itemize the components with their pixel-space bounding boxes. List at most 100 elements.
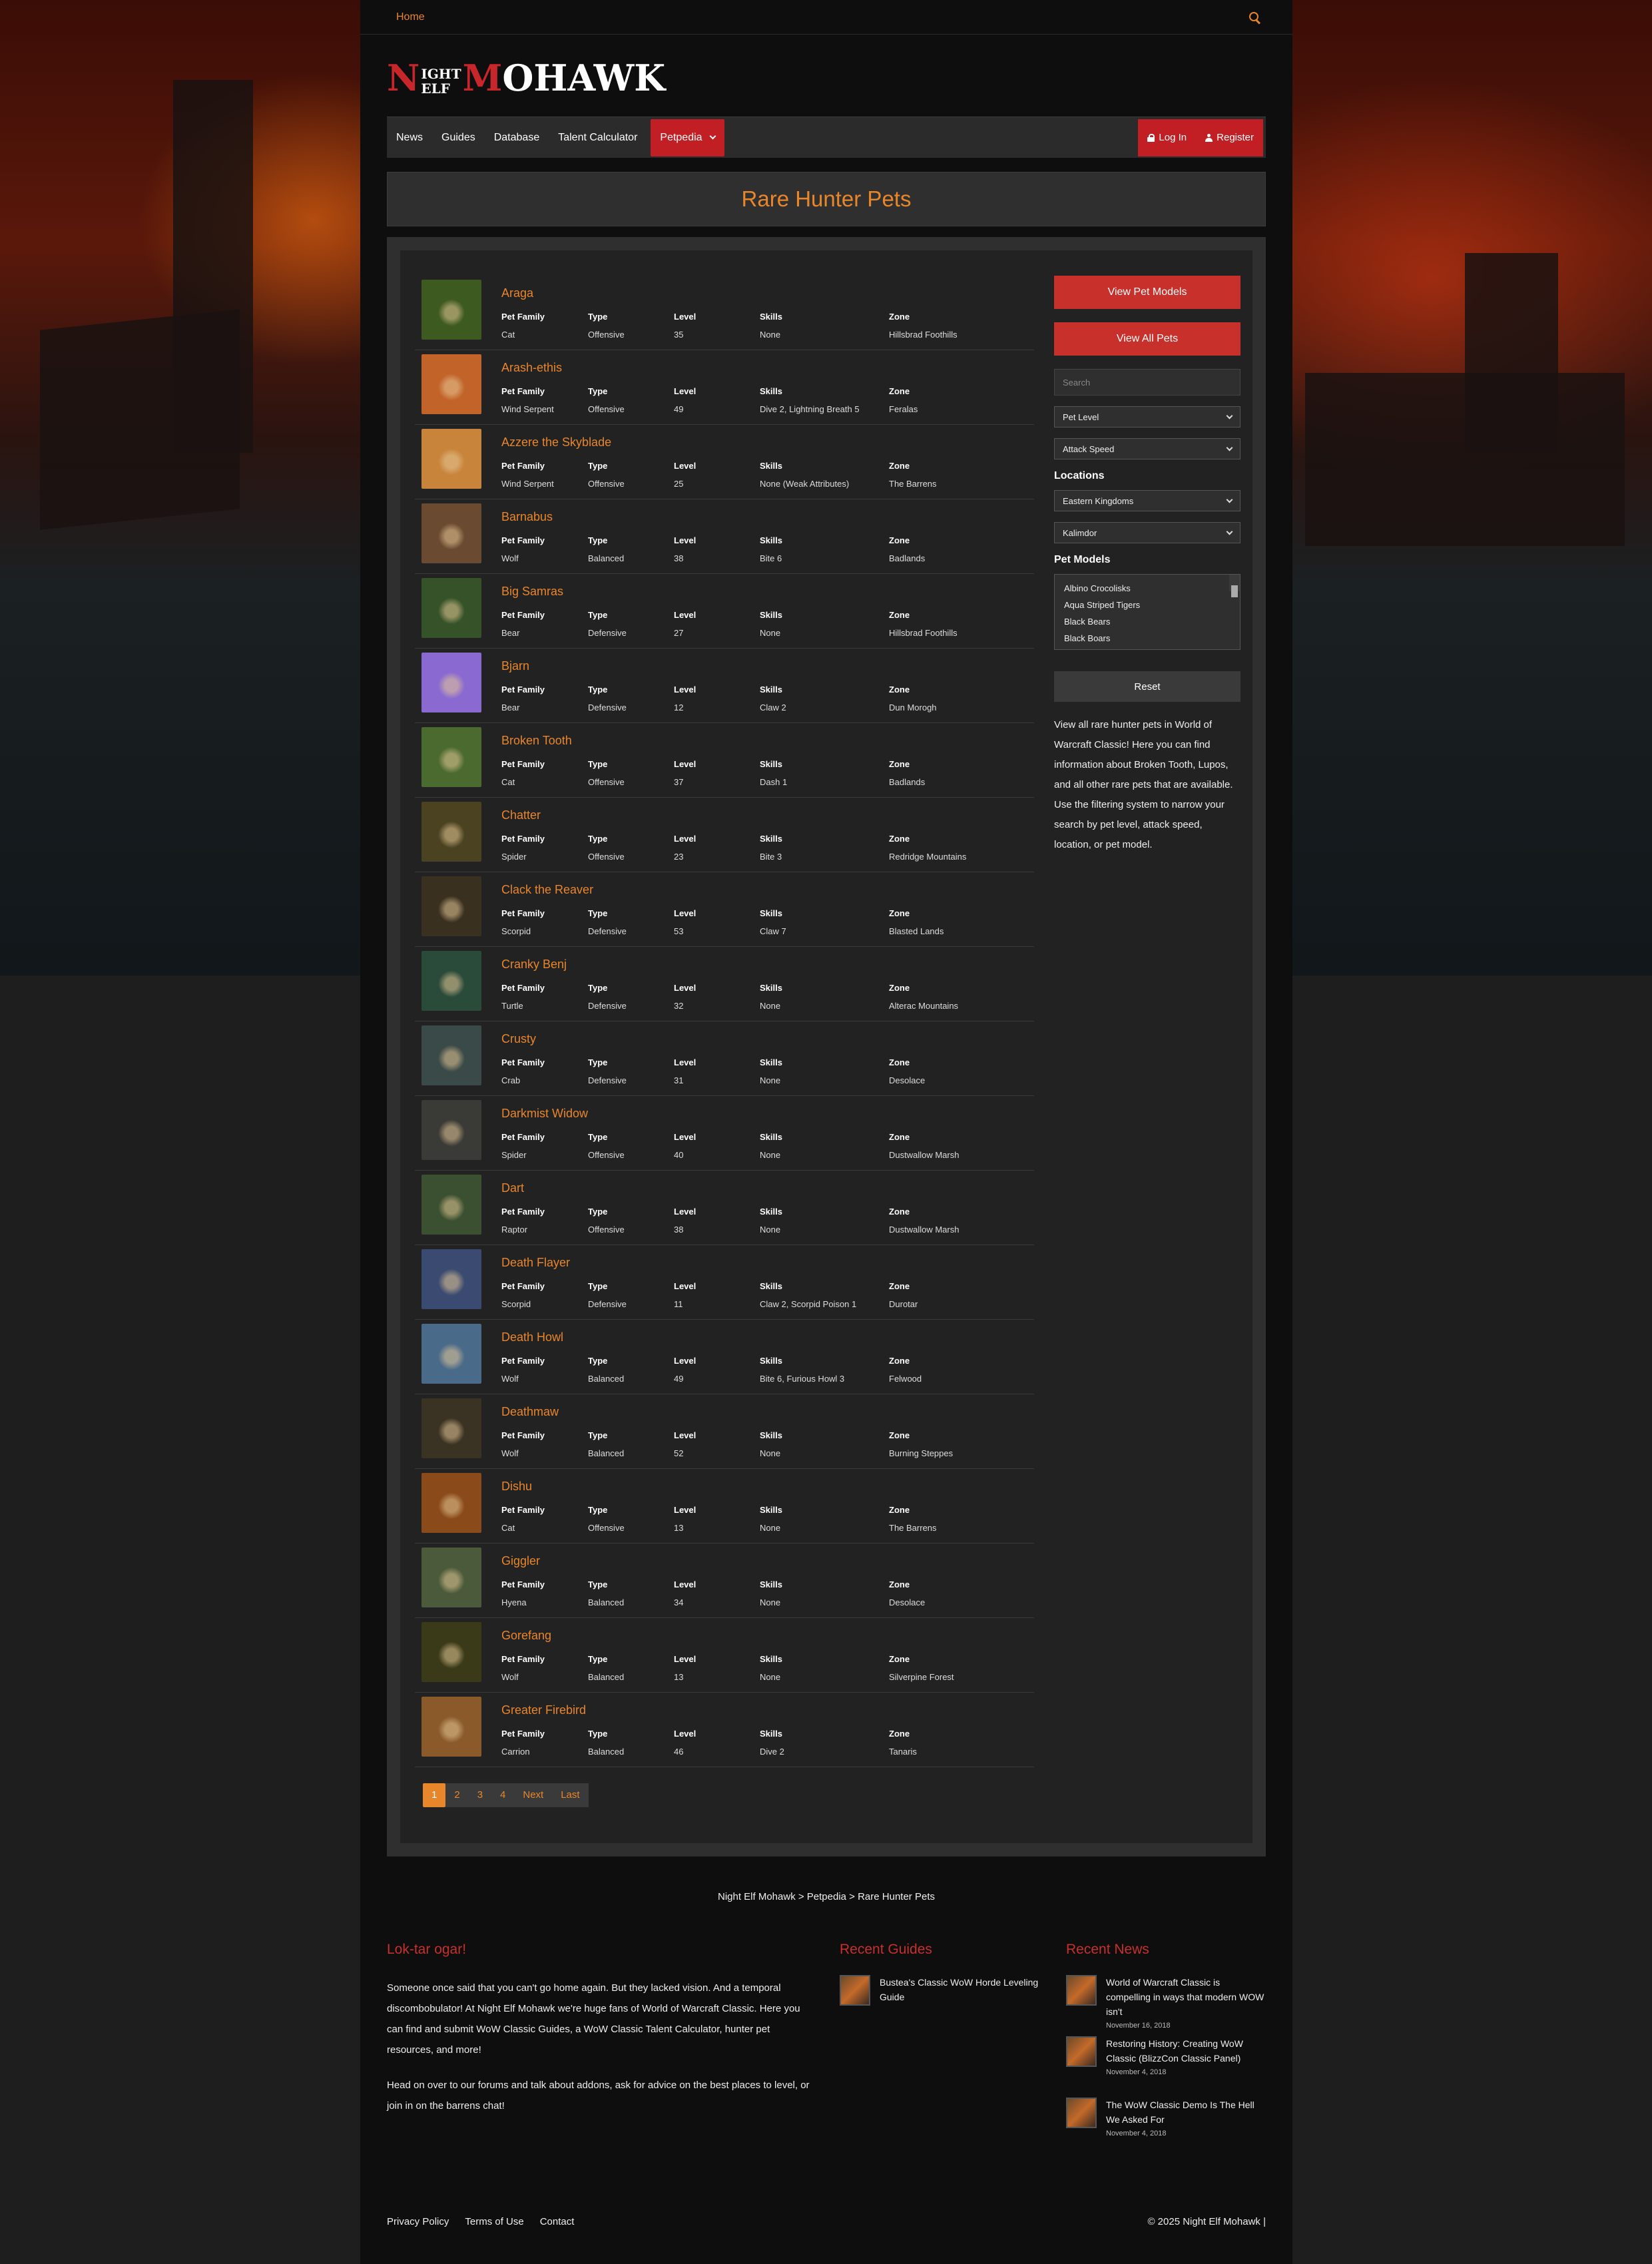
news-item[interactable]: Restoring History: Creating WoW Classic … [1066,2036,1266,2076]
pet-row[interactable]: Azzere the Skyblade Pet Family Wind Serpen… [415,425,1034,499]
pet-row[interactable]: Barnabus Pet Family Wolf Type Balanced Level 3… [415,499,1034,574]
nav-petpedia[interactable]: Petpedia [651,119,724,156]
pet-name-link[interactable]: Greater Firebird [501,1703,1034,1719]
pet-name-link[interactable]: Chatter [501,808,1034,824]
kalimdor-select[interactable]: Kalimdor [1054,522,1240,543]
page-link[interactable]: Last [552,1783,589,1807]
nav-database[interactable]: Database [485,117,549,158]
news-title[interactable]: The WoW Classic Demo Is The Hell We Aske… [1106,2098,1266,2127]
login-button[interactable]: Log In [1138,119,1196,156]
pet-row[interactable]: Crusty Pet Family Crab Type Defensive Level 31… [415,1021,1034,1096]
pet-name-link[interactable]: Big Samras [501,585,1034,601]
pet-name-link[interactable]: Dart [501,1181,1034,1197]
pet-name-link[interactable]: Darkmist Widow [501,1107,1034,1123]
pet-thumbnail[interactable] [421,653,481,712]
pet-row[interactable]: Cranky Benj Pet Family Turtle Type Defensive… [415,947,1034,1021]
pet-row[interactable]: Darkmist Widow Pet Family Spider Type Offens… [415,1096,1034,1171]
pet-row[interactable]: Death Howl Pet Family Wolf Type Balanced Leve… [415,1320,1034,1394]
pet-thumbnail[interactable] [421,1025,481,1085]
register-button[interactable]: Register [1196,119,1263,156]
pet-row[interactable]: Big Samras Pet Family Bear Type Defensive Lev… [415,574,1034,649]
pet-name-link[interactable]: Crusty [501,1032,1034,1048]
pet-model-option[interactable]: Aqua Striped Tigers [1064,597,1240,613]
nav-news[interactable]: News [387,117,432,158]
pet-thumbnail[interactable] [421,1473,481,1533]
guide-item[interactable]: Bustea's Classic WoW Horde Leveling Guid… [840,1975,1039,2006]
pet-name-link[interactable]: Arash-ethis [501,361,1034,377]
eastern-kingdoms-select[interactable]: Eastern Kingdoms [1054,490,1240,511]
pet-thumbnail[interactable] [421,1324,481,1384]
pet-thumbnail[interactable] [421,1100,481,1160]
pet-thumbnail[interactable] [421,876,481,936]
pet-row[interactable]: Dishu Pet Family Cat Type Offensive Level 13 Sk… [415,1469,1034,1544]
pet-level-select[interactable]: Pet Level [1054,406,1240,427]
view-all-pets-button[interactable]: View All Pets [1054,322,1240,356]
pet-row[interactable]: Chatter Pet Family Spider Type Offensive Leve… [415,798,1034,872]
pet-thumbnail[interactable] [421,429,481,489]
nav-guides[interactable]: Guides [432,117,485,158]
contact-link[interactable]: Contact [540,2216,575,2227]
privacy-policy-link[interactable]: Privacy Policy [387,2216,449,2227]
pet-row[interactable]: Gorefang Pet Family Wolf Type Balanced Level 1… [415,1618,1034,1693]
pet-thumbnail[interactable] [421,1249,481,1309]
pet-row[interactable]: Death Flayer Pet Family Scorpid Type Defensi… [415,1245,1034,1320]
pet-thumbnail[interactable] [421,578,481,638]
pet-thumbnail[interactable] [421,802,481,862]
pet-thumbnail[interactable] [421,1697,481,1757]
search-input[interactable]: Search [1054,369,1240,396]
pet-name-link[interactable]: Araga [501,286,1034,302]
pet-thumbnail[interactable] [421,1548,481,1607]
pet-thumbnail[interactable] [421,727,481,787]
pet-row[interactable]: Clack the Reaver Pet Family Scorpid Type Def… [415,872,1034,947]
pet-name-link[interactable]: Dishu [501,1480,1034,1496]
pet-row[interactable]: Bjarn Pet Family Bear Type Defensive Level 12 S… [415,649,1034,723]
guide-title[interactable]: Bustea's Classic WoW Horde Leveling Guid… [880,1975,1039,2006]
page-link[interactable]: 2 [445,1783,469,1807]
pet-thumbnail[interactable] [421,1398,481,1458]
scrollbar-thumb[interactable] [1231,585,1238,597]
pet-thumbnail[interactable] [421,503,481,563]
page-link[interactable]: 1 [423,1783,446,1807]
page-link[interactable]: Next [514,1783,553,1807]
pet-model-option[interactable]: Black Bears [1064,613,1240,630]
pet-name-link[interactable]: Broken Tooth [501,734,1034,750]
pet-name-link[interactable]: Deathmaw [501,1405,1034,1421]
pet-thumbnail[interactable] [421,1175,481,1235]
pet-thumbnail[interactable] [421,1622,481,1682]
pet-name-link[interactable]: Clack the Reaver [501,883,1034,899]
pet-model-option[interactable]: Black Boars [1064,630,1240,647]
pet-name-link[interactable]: Barnabus [501,510,1034,526]
pet-name-link[interactable]: Azzere the Skyblade [501,435,1034,451]
pet-model-option[interactable]: Albino Crocolisks [1064,580,1240,597]
pet-name-link[interactable]: Death Flayer [501,1256,1034,1272]
listbox-scrollbar[interactable] [1229,575,1240,597]
news-item[interactable]: World of Warcraft Classic is compelling … [1066,1975,1266,2030]
terms-of-use-link[interactable]: Terms of Use [465,2216,523,2227]
pet-name-link[interactable]: Death Howl [501,1330,1034,1346]
pet-thumbnail[interactable] [421,280,481,340]
page-link[interactable]: 3 [468,1783,492,1807]
pet-row[interactable]: Broken Tooth Pet Family Cat Type Offensive Le… [415,723,1034,798]
pet-thumbnail[interactable] [421,951,481,1011]
page-link[interactable]: 4 [491,1783,515,1807]
attack-speed-select[interactable]: Attack Speed [1054,438,1240,459]
pet-name-link[interactable]: Bjarn [501,659,1034,675]
pet-row[interactable]: Greater Firebird Pet Family Carrion Type Bal… [415,1693,1034,1767]
pet-name-link[interactable]: Cranky Benj [501,958,1034,974]
news-title[interactable]: Restoring History: Creating WoW Classic … [1106,2036,1266,2066]
pet-name-link[interactable]: Giggler [501,1554,1034,1570]
pet-thumbnail[interactable] [421,354,481,414]
nav-talent-calculator[interactable]: Talent Calculator [549,117,647,158]
view-pet-models-button[interactable]: View Pet Models [1054,276,1240,309]
pet-row[interactable]: Deathmaw Pet Family Wolf Type Balanced Level 5… [415,1394,1034,1469]
pet-row[interactable]: Araga Pet Family Cat Type Offensive Level 35 Sk… [415,276,1034,350]
search-icon[interactable] [1248,11,1260,23]
news-title[interactable]: World of Warcraft Classic is compelling … [1106,1975,1266,2019]
pet-row[interactable]: Dart Pet Family Raptor Type Offensive Level 38… [415,1171,1034,1245]
site-logo[interactable]: N IGHT ELF M OHAWK [387,56,665,96]
pet-models-listbox[interactable]: Albino Crocolisks Aqua Striped Tigers Bl… [1054,574,1240,650]
pet-row[interactable]: Arash-ethis Pet Family Wind Serpent Type Off… [415,350,1034,425]
pet-row[interactable]: Giggler Pet Family Hyena Type Balanced Level 3… [415,1544,1034,1618]
pet-name-link[interactable]: Gorefang [501,1629,1034,1645]
reset-button[interactable]: Reset [1054,671,1240,702]
